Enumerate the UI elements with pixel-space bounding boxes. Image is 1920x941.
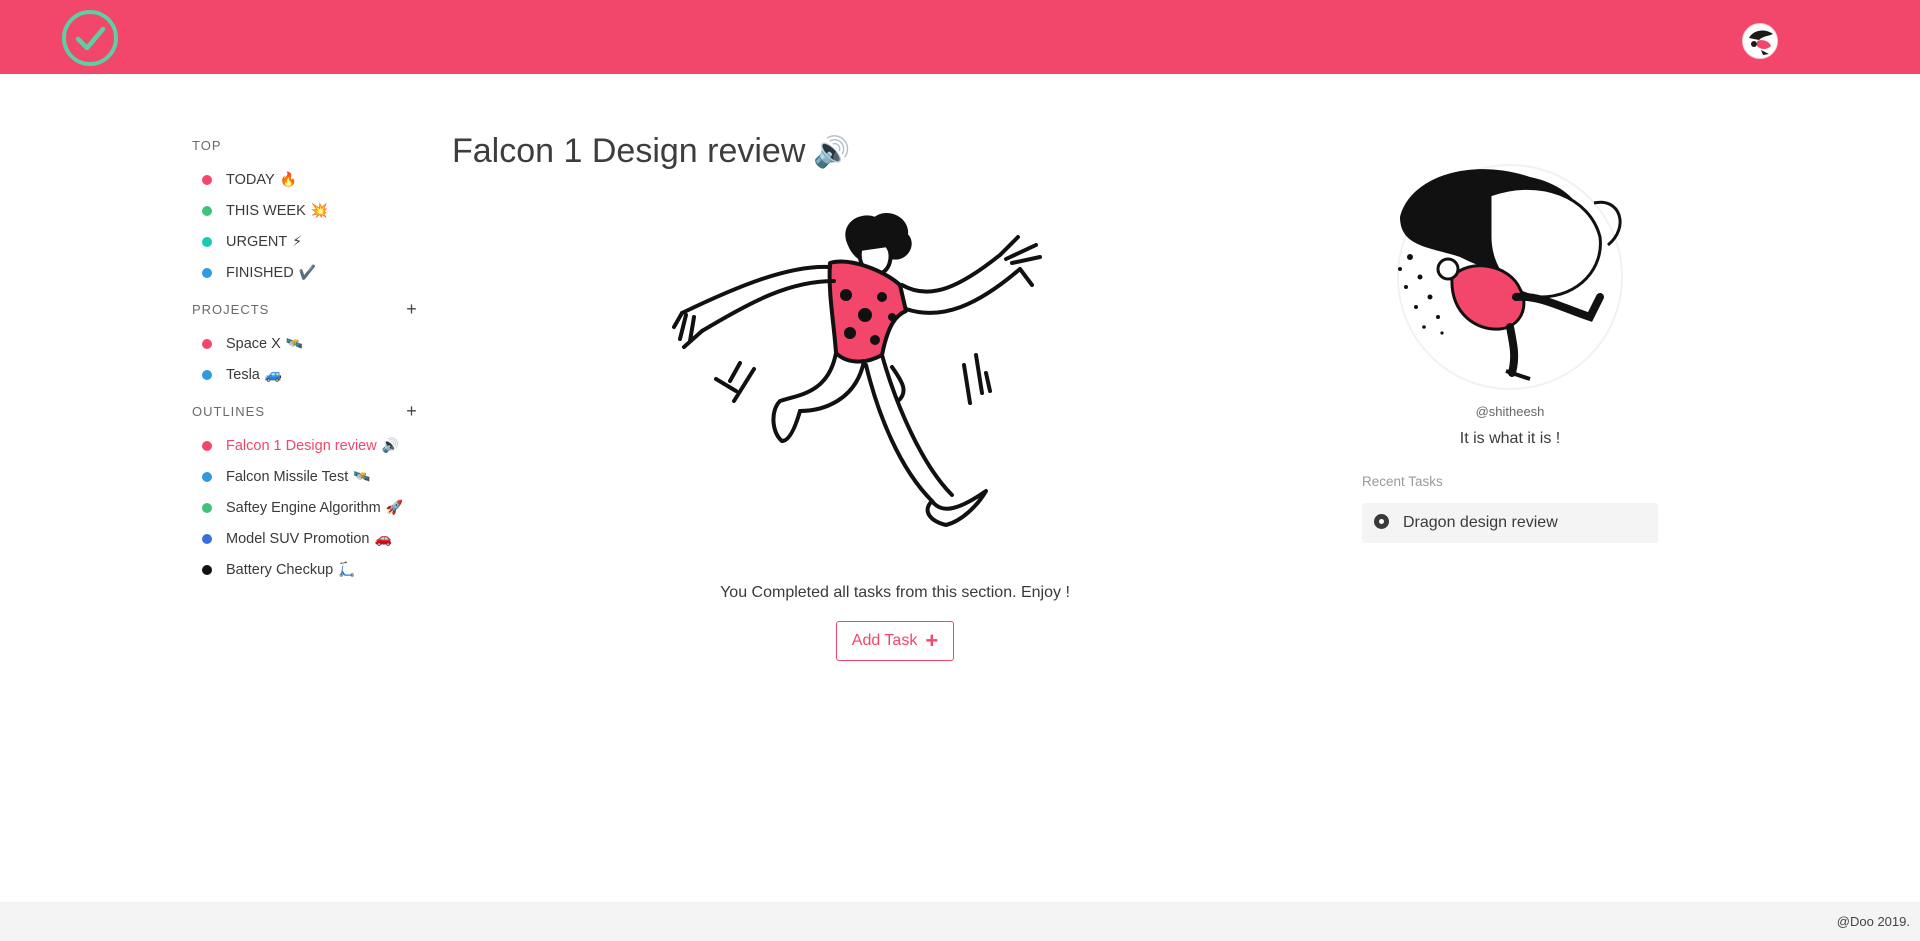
sidebar-item-label: Model SUV Promotion <box>226 530 370 547</box>
profile-bio: It is what it is ! <box>1459 430 1561 447</box>
page-title-text: Falcon 1 Design review <box>452 132 806 170</box>
color-dot-icon <box>202 174 212 185</box>
recent-tasks-heading: Recent Tasks <box>1362 474 1443 489</box>
color-dot-icon <box>202 564 212 575</box>
color-dot-icon <box>202 369 212 380</box>
emoji-icon: 🛴 <box>338 561 356 577</box>
color-dot-icon <box>202 502 212 513</box>
sidebar-item-battery-checkup[interactable]: Battery Checkup 🛴 <box>192 554 422 585</box>
copyright-text: @Doo 2019. <box>1836 914 1910 929</box>
sidebar-item-label: Falcon Missile Test <box>226 468 349 485</box>
footer: @Doo 2019. <box>0 902 1920 941</box>
section-heading-outlines: OUTLINES + <box>192 400 422 422</box>
sidebar-item-label: Saftey Engine Algorithm <box>226 499 381 516</box>
emoji-icon: ✔️ <box>298 264 317 280</box>
color-dot-icon <box>202 471 212 482</box>
emoji-icon: ⚡ <box>292 233 303 249</box>
section-heading-label: TOP <box>192 137 222 153</box>
sidebar-item-label: TODAY <box>226 171 275 188</box>
sidebar-item-model-suv-promotion[interactable]: Model SUV Promotion 🚗 <box>192 523 422 554</box>
emoji-icon: 🚀 <box>385 499 404 515</box>
emoji-icon: 🔊 <box>381 437 400 453</box>
sidebar-item-tesla[interactable]: Tesla 🚙 <box>192 359 422 390</box>
radio-dot-icon <box>1374 513 1389 529</box>
projects-list: Space X 🛰️ Tesla 🚙 <box>192 328 422 390</box>
recent-task-label: Dragon design review <box>1403 514 1558 531</box>
recent-task-item[interactable]: Dragon design review <box>1362 503 1658 543</box>
color-dot-icon <box>202 205 212 216</box>
emoji-icon: 🚙 <box>264 366 283 382</box>
sidebar-item-saftey-engine-algorithm[interactable]: Saftey Engine Algorithm 🚀 <box>192 492 422 523</box>
coffee-cup-illustration <box>1380 157 1630 393</box>
sidebar-item-today[interactable]: TODAY 🔥 <box>192 164 422 195</box>
emoji-icon: 🚗 <box>374 530 392 546</box>
sidebar-item-falcon-1-design-review[interactable]: Falcon 1 Design review 🔊 <box>192 430 422 461</box>
sidebar-item-falcon-missile-test[interactable]: Falcon Missile Test 🛰️ <box>192 461 422 492</box>
add-project-plus-icon[interactable]: + <box>402 300 422 318</box>
sidebar: TOP TODAY 🔥 THIS WEEK 💥 URGENT ⚡ FINISHED ✔️ PR… <box>192 134 422 595</box>
add-outline-plus-icon[interactable]: + <box>402 402 422 420</box>
sidebar-item-label: Space X <box>226 335 281 352</box>
color-dot-icon <box>202 440 212 451</box>
color-dot-icon <box>202 236 212 247</box>
sidebar-item-this-week[interactable]: THIS WEEK 💥 <box>192 195 422 226</box>
emoji-icon: 🔥 <box>279 171 298 187</box>
dancing-person-illustration <box>660 205 1080 545</box>
check-circle-icon[interactable] <box>60 8 120 68</box>
outlines-list: Falcon 1 Design review 🔊 Falcon Missile Te… <box>192 430 422 585</box>
sidebar-item-label: Tesla <box>226 366 260 383</box>
speaker-icon: 🔊 <box>813 136 851 169</box>
sidebar-item-label: Battery Checkup <box>226 561 334 578</box>
section-heading-top: TOP <box>192 134 422 156</box>
profile-username: @shitheesh <box>1475 404 1545 419</box>
color-dot-icon <box>202 267 212 278</box>
add-task-label: Add Task <box>851 632 918 649</box>
emoji-icon: 🛰️ <box>353 468 371 484</box>
sidebar-item-finished[interactable]: FINISHED ✔️ <box>192 257 422 288</box>
sidebar-item-label: URGENT <box>226 233 288 250</box>
top-header <box>0 0 1920 74</box>
section-heading-projects: PROJECTS + <box>192 298 422 320</box>
emoji-icon: 💥 <box>310 202 329 218</box>
sidebar-item-label: Falcon 1 Design review <box>226 437 377 454</box>
emoji-icon: 🛰️ <box>285 335 304 351</box>
color-dot-icon <box>202 533 212 544</box>
sidebar-item-urgent[interactable]: URGENT ⚡ <box>192 226 422 257</box>
empty-state-message: You Completed all tasks from this sectio… <box>720 584 1070 601</box>
section-heading-label: PROJECTS <box>192 301 270 317</box>
section-heading-label: OUTLINES <box>192 403 266 419</box>
user-avatar[interactable] <box>1742 23 1778 59</box>
plus-icon: + <box>925 628 939 653</box>
sidebar-item-label: FINISHED <box>226 264 294 281</box>
sidebar-item-space-x[interactable]: Space X 🛰️ <box>192 328 422 359</box>
color-dot-icon <box>202 338 212 349</box>
sidebar-item-label: THIS WEEK <box>226 202 306 219</box>
top-list: TODAY 🔥 THIS WEEK 💥 URGENT ⚡ FINISHED ✔️ <box>192 164 422 288</box>
add-task-button[interactable]: Add Task + <box>836 621 954 661</box>
page-title: Falcon 1 Design review 🔊 <box>452 132 851 171</box>
